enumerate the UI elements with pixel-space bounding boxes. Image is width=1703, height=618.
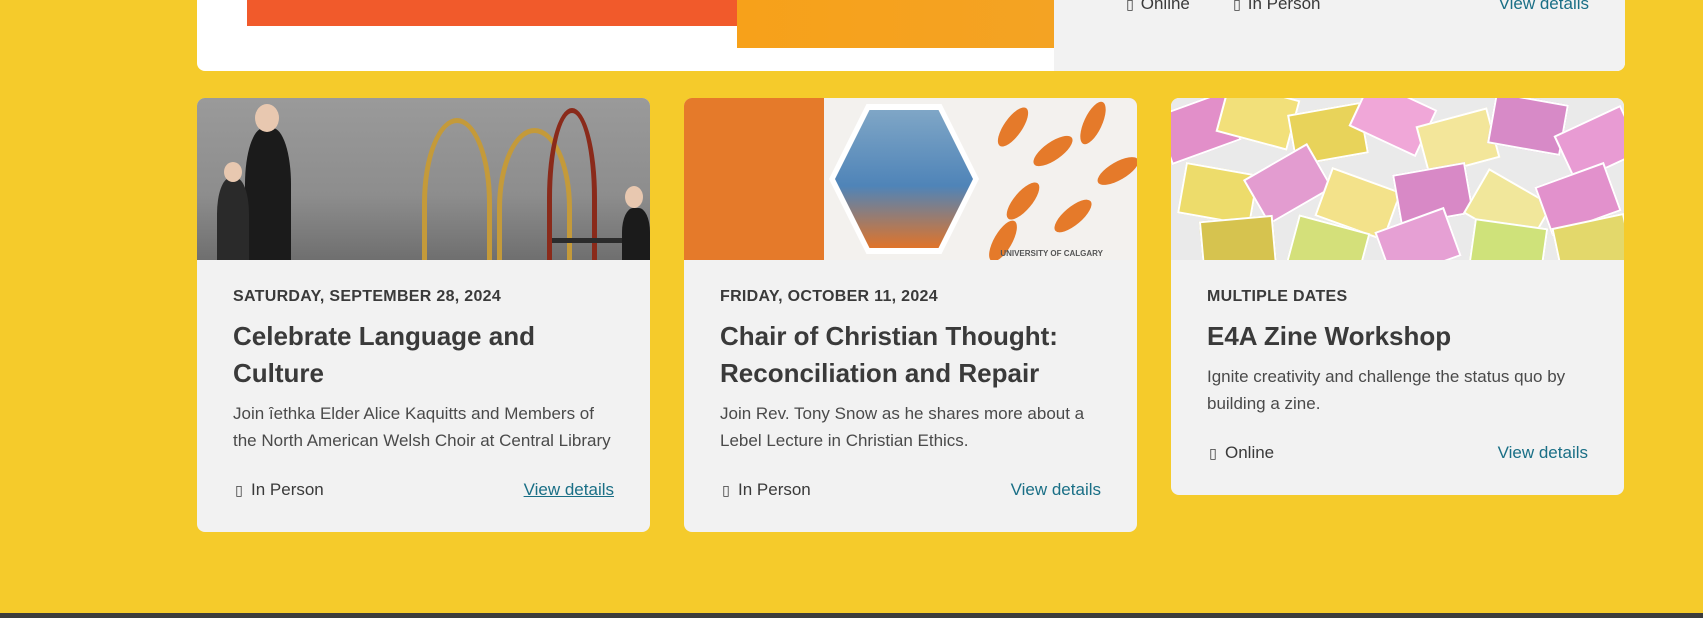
- event-card-footer: ▯ In Person View details: [720, 480, 1101, 532]
- location-icon: ▯: [235, 481, 243, 498]
- previous-event-view-details-link[interactable]: View details: [1499, 0, 1589, 14]
- event-date: MULTIPLE DATES: [1207, 288, 1348, 305]
- laptop-icon: ▯: [1126, 0, 1134, 12]
- event-description: Join ȋethka Elder Alice Kaquitts and Mem…: [233, 404, 611, 450]
- event-title[interactable]: Chair of Christian Thought: Reconciliati…: [720, 318, 1101, 392]
- location-icon: ▯: [1233, 0, 1241, 12]
- event-card-celebrate-language[interactable]: SATURDAY, SEPTEMBER 28, 2024 Celebrate L…: [197, 98, 650, 532]
- previous-event-card: ▯ Online ▯ In Person View details: [197, 0, 1625, 71]
- previous-event-mode-online: ▯ Online: [1124, 0, 1190, 14]
- previous-event-info-panel: ▯ Online ▯ In Person View details: [1054, 0, 1625, 71]
- event-image-choir-harp: [197, 98, 650, 260]
- event-attendance-mode: ▯ In Person: [720, 480, 811, 500]
- event-title[interactable]: Celebrate Language and Culture: [233, 318, 614, 392]
- view-details-link[interactable]: View details: [1498, 443, 1588, 463]
- event-title[interactable]: E4A Zine Workshop: [1207, 318, 1588, 355]
- event-card-footer: ▯ In Person View details: [233, 480, 614, 532]
- location-icon: ▯: [722, 481, 730, 498]
- event-attendance-mode: ▯ Online: [1207, 443, 1274, 463]
- event-description: Join Rev. Tony Snow as he shares more ab…: [720, 404, 1085, 450]
- event-image-speaker: UNIVERSITY OF CALGARY: [684, 98, 1137, 260]
- laptop-icon: ▯: [1209, 444, 1217, 461]
- event-attendance-mode: ▯ In Person: [233, 480, 324, 500]
- event-card-e4a-zine-workshop[interactable]: MULTIPLE DATES E4A Zine Workshop Ignite …: [1171, 98, 1624, 495]
- event-date: FRIDAY, OCTOBER 11, 2024: [720, 288, 938, 305]
- previous-event-mode-in-person: ▯ In Person: [1231, 0, 1320, 14]
- view-details-link[interactable]: View details: [524, 480, 614, 500]
- event-date: SATURDAY, SEPTEMBER 28, 2024: [233, 288, 502, 305]
- event-card-chair-christian-thought[interactable]: UNIVERSITY OF CALGARY FRIDAY, OCTOBER 11…: [684, 98, 1137, 532]
- event-description: Ignite creativity and challenge the stat…: [1207, 367, 1566, 413]
- university-logo: UNIVERSITY OF CALGARY: [1000, 249, 1103, 258]
- view-details-link[interactable]: View details: [1011, 480, 1101, 500]
- event-card-footer: ▯ Online View details: [1207, 443, 1588, 495]
- event-image-zines: [1171, 98, 1624, 260]
- page-footer-edge: [0, 613, 1703, 618]
